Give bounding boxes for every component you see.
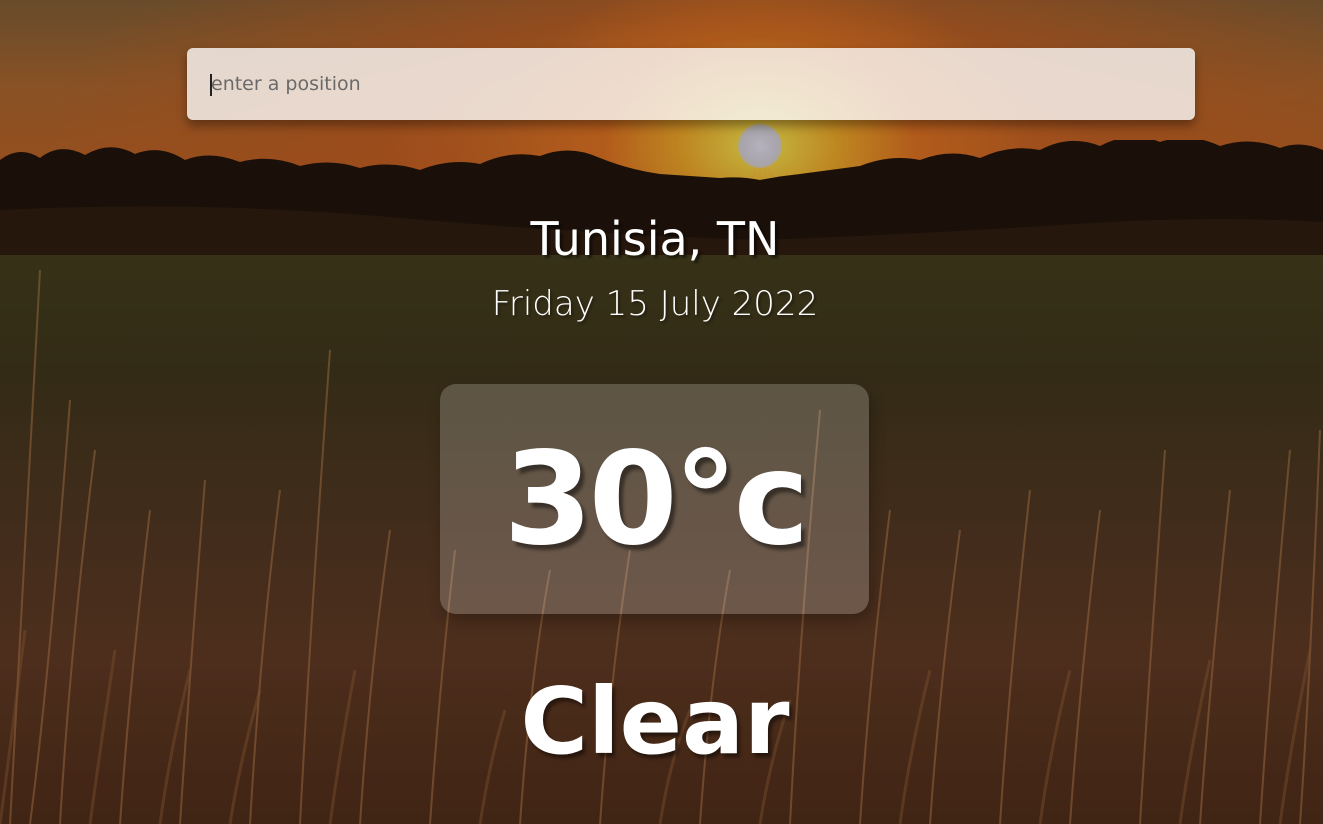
text-caret [210,74,212,96]
temperature-card: 30°c [440,384,869,614]
search-input[interactable] [187,48,1195,120]
search-box[interactable] [187,48,1195,120]
location-label: Tunisia, TN [530,212,780,266]
weather-app: Tunisia, TN Friday 15 July 2022 30°c Cle… [0,0,1323,824]
weather-condition: Clear [520,668,790,775]
date-label: Friday 15 July 2022 [491,284,819,324]
temperature-value: 30°c [503,424,810,574]
